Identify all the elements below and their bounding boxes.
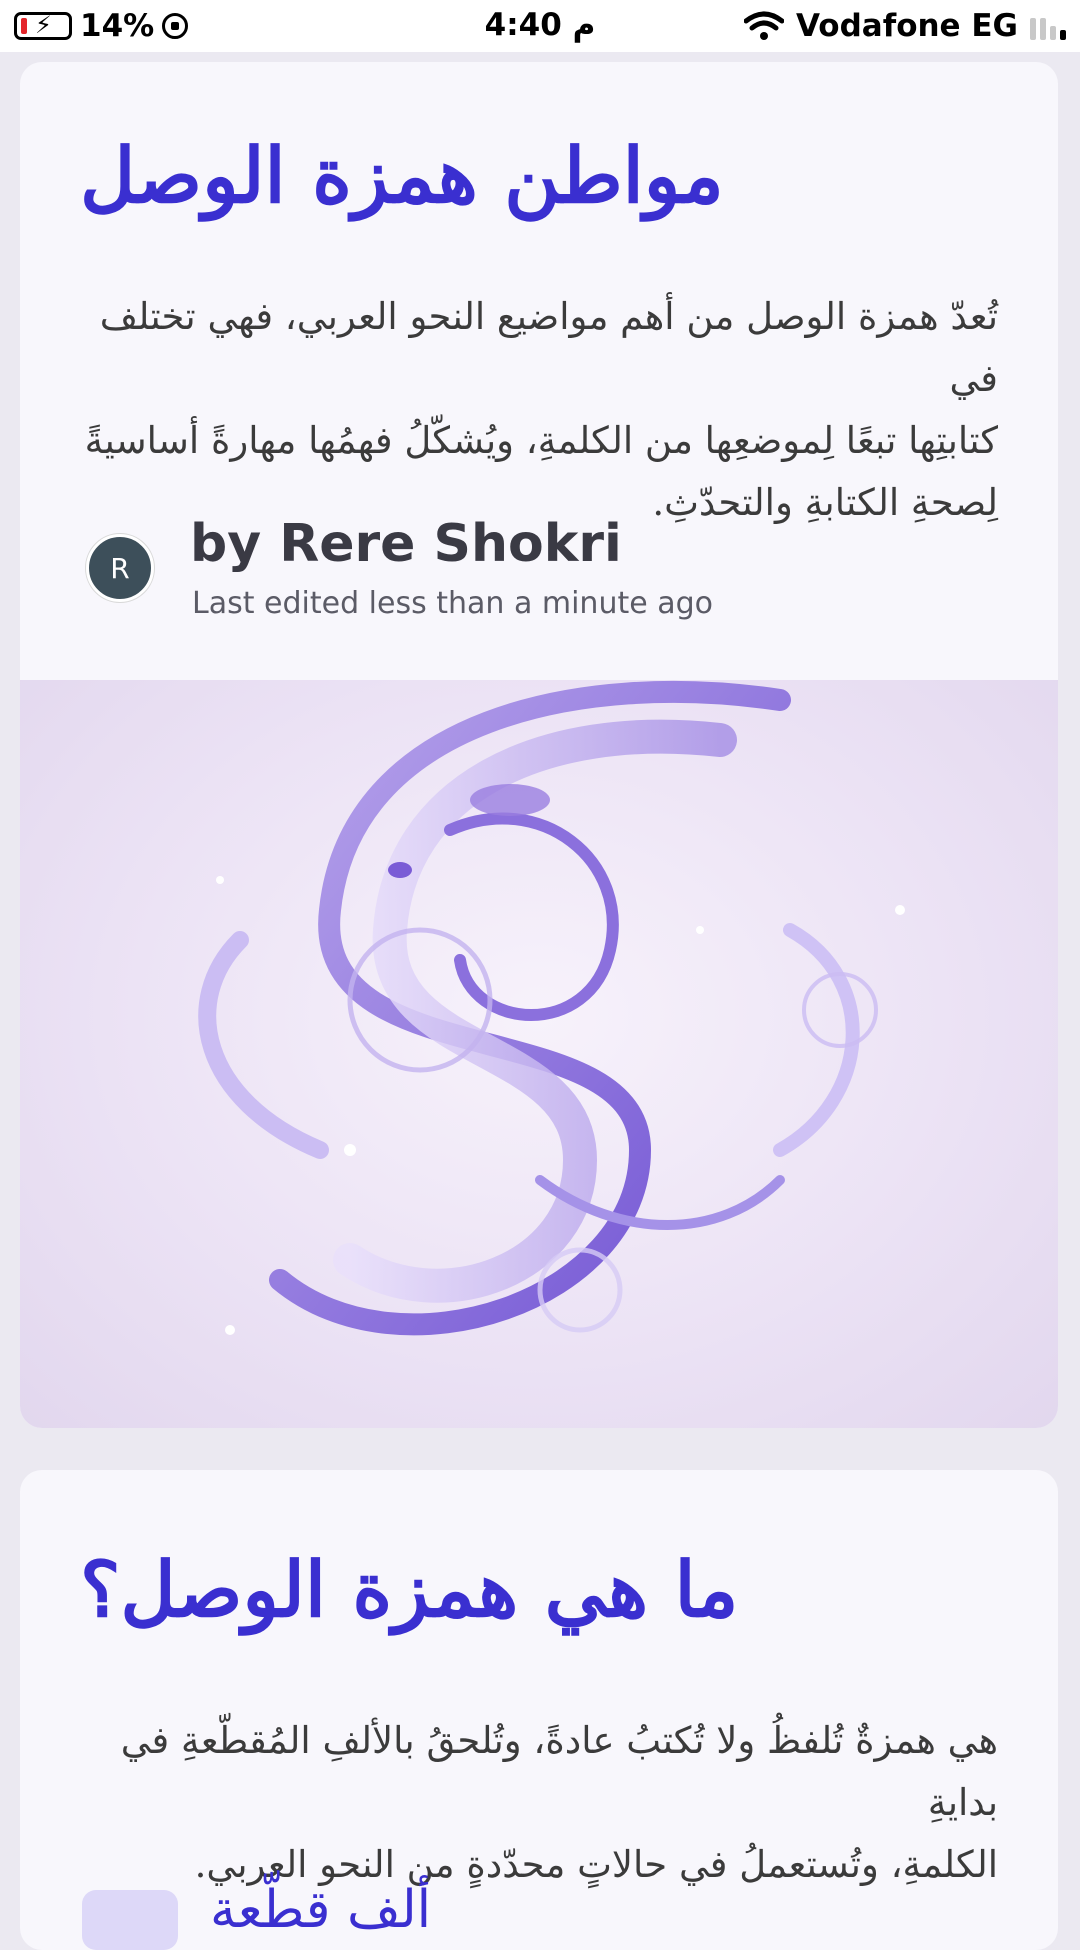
section-body: هي همزةٌ تُلفظُ ولا تُكتبُ عادةً، وتُلحق… (82, 1710, 998, 1896)
carrier-name: Vodafone EG (796, 8, 1018, 44)
hero-image (20, 680, 1058, 1428)
intro-line: تُعدّ همزة الوصل من أهم مواضيع النحو الع… (99, 295, 998, 400)
signal-icon (1030, 12, 1066, 40)
status-right: Vodafone EG (744, 8, 1066, 44)
article-header-card: مواطن همزة الوصل تُعدّ همزة الوصل من أهم… (20, 62, 1058, 1428)
calligraphy-swirl-illustration (198, 680, 905, 1336)
list-item-label: ألف قطّعة (210, 1880, 432, 1940)
author-byline[interactable]: by Rere Shokri (190, 514, 622, 574)
author-block[interactable]: R by Rere Shokri Last edited less than a… (82, 514, 982, 624)
section-title: ما هي همزة الوصل؟ (80, 1545, 739, 1634)
body-line: هي همزةٌ تُلفظُ ولا تُكتبُ عادةً، وتُلحق… (120, 1719, 998, 1824)
status-bar: ⚡ 14% 4:40 م Vodafone EG (0, 0, 1080, 52)
list-item-badge (82, 1890, 178, 1950)
article-title: مواطن همزة الوصل (80, 131, 724, 220)
intro-line: كتابتِها تبعًا لِموضعِها من الكلمةِ، ويُ… (84, 419, 998, 462)
wifi-icon (744, 11, 784, 41)
article-intro: تُعدّ همزة الوصل من أهم مواضيع النحو الع… (82, 286, 998, 534)
section-card: ما هي همزة الوصل؟ هي همزةٌ تُلفظُ ولا تُ… (20, 1470, 1058, 1950)
avatar[interactable]: R (86, 534, 154, 602)
last-edited-text: Last edited less than a minute ago (192, 586, 714, 621)
